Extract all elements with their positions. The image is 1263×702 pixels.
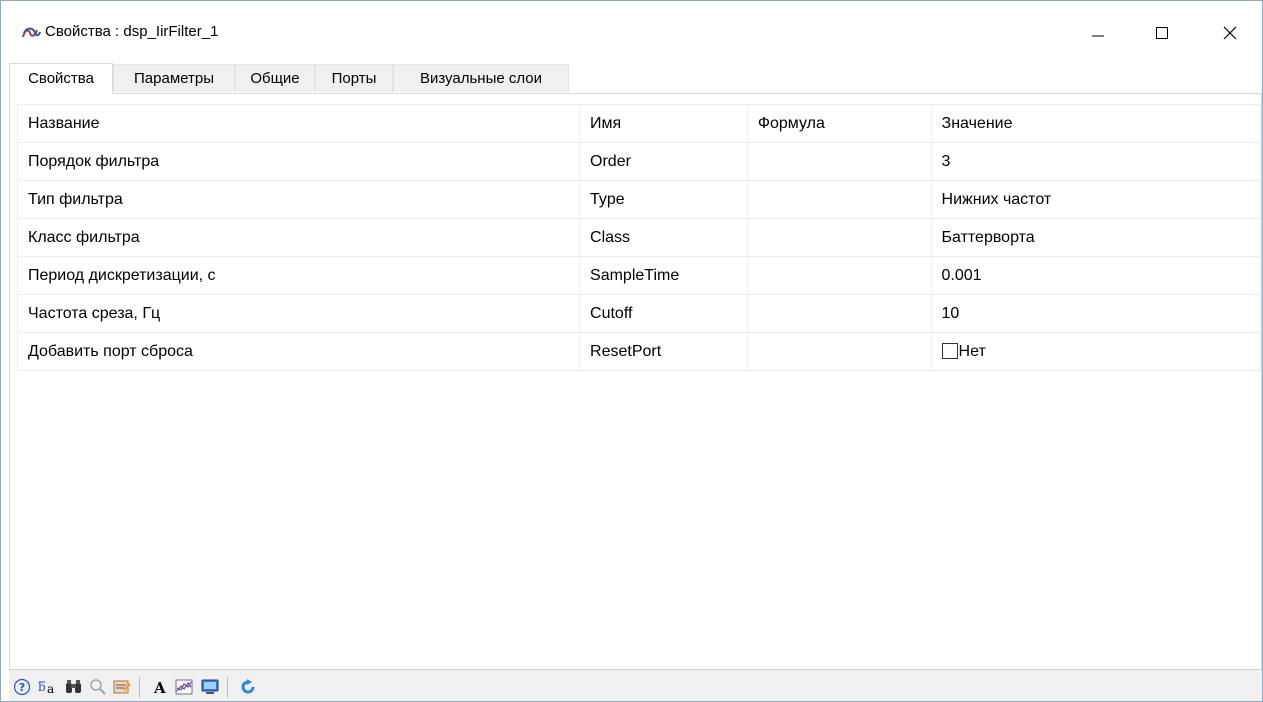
cell-value[interactable]: Нижних частот — [930, 180, 1262, 219]
cell-formula[interactable] — [746, 218, 932, 257]
tab-bar: Свойства Параметры Общие Порты Визуальны… — [9, 63, 1262, 94]
cell-formula[interactable] — [746, 256, 932, 295]
properties-panel: Название Имя Формула Значение Порядок фи… — [9, 94, 1262, 669]
zoom-icon — [90, 679, 106, 695]
chart-button[interactable] — [173, 676, 195, 698]
cell-name: Класс фильтра — [16, 218, 581, 257]
cell-formula[interactable] — [746, 142, 932, 181]
settings-button[interactable] — [111, 676, 133, 698]
table-row[interactable]: Порядок фильтра Order 3 — [16, 142, 1262, 181]
cell-id: Class — [579, 218, 748, 257]
properties-table: Название Имя Формула Значение Порядок фи… — [16, 104, 1262, 371]
toolbar-separator — [139, 677, 140, 697]
tab-general[interactable]: Общие — [235, 64, 315, 92]
close-button[interactable] — [1207, 15, 1253, 51]
table-row[interactable]: Добавить порт сброса ResetPort Нет — [16, 332, 1262, 371]
sort-button[interactable]: b a — [37, 676, 59, 698]
cell-id: SampleTime — [579, 256, 748, 295]
sort-icon: b a — [38, 680, 54, 696]
cell-id: Order — [579, 142, 748, 181]
title-bar[interactable]: Свойства : dsp_IirFilter_1 — [1, 1, 1262, 63]
reset-port-checkbox[interactable] — [941, 342, 958, 359]
settings-icon — [113, 680, 131, 694]
maximize-icon — [1156, 27, 1168, 39]
app-logo-icon — [21, 25, 41, 39]
properties-window: Свойства : dsp_IirFilter_1 Свойства Пара… — [0, 0, 1263, 702]
window-title: Свойства : dsp_IirFilter_1 — [45, 23, 219, 40]
monitor-button[interactable] — [199, 676, 221, 698]
tab-visual-layers[interactable]: Визуальные слои — [393, 64, 569, 92]
header-id: Имя — [579, 104, 748, 143]
bottom-toolbar: ? b a A — [9, 669, 1262, 701]
tab-properties[interactable]: Свойства — [9, 63, 113, 94]
header-value: Значение — [930, 104, 1262, 143]
header-name: Название — [16, 104, 581, 143]
cell-name: Частота среза, Гц — [16, 294, 581, 333]
cell-name: Добавить порт сброса — [16, 332, 581, 371]
font-icon: A — [153, 679, 166, 696]
table-header: Название Имя Формула Значение — [16, 104, 1262, 143]
cell-id: ResetPort — [579, 332, 748, 371]
cell-formula[interactable] — [746, 180, 932, 219]
cell-name: Период дискретизации, с — [16, 256, 581, 295]
binoculars-icon — [66, 680, 81, 693]
cell-value[interactable]: 0.001 — [930, 256, 1262, 295]
help-button[interactable]: ? — [11, 676, 33, 698]
minimize-button[interactable] — [1075, 15, 1121, 51]
tab-ports[interactable]: Порты — [315, 64, 393, 92]
table-row[interactable]: Класс фильтра Class Баттерворта — [16, 218, 1262, 257]
cell-name: Тип фильтра — [16, 180, 581, 219]
help-icon: ? — [13, 678, 31, 696]
cell-id: Cutoff — [579, 294, 748, 333]
table-row[interactable]: Тип фильтра Type Нижних частот — [16, 180, 1262, 219]
cell-name: Порядок фильтра — [16, 142, 581, 181]
toolbar-separator — [227, 677, 228, 697]
table-row[interactable]: Период дискретизации, с SampleTime 0.001 — [16, 256, 1262, 295]
table-row[interactable]: Частота среза, Гц Cutoff 10 — [16, 294, 1262, 333]
minimize-icon — [1092, 35, 1104, 37]
checkbox-label: Нет — [958, 342, 986, 360]
cell-value[interactable]: 10 — [930, 294, 1262, 333]
header-formula: Формула — [746, 104, 932, 143]
zoom-button[interactable] — [87, 676, 109, 698]
svg-text:a: a — [47, 682, 54, 696]
chart-icon — [175, 679, 193, 695]
cell-formula[interactable] — [746, 332, 932, 371]
tab-parameters[interactable]: Параметры — [113, 64, 235, 92]
cell-formula[interactable] — [746, 294, 932, 333]
font-button[interactable]: A — [149, 676, 171, 698]
cell-value[interactable]: Баттерворта — [930, 218, 1262, 257]
svg-text:A: A — [153, 679, 166, 696]
refresh-button[interactable] — [237, 676, 259, 698]
close-icon — [1223, 26, 1237, 40]
find-button[interactable] — [63, 676, 85, 698]
cell-value[interactable]: 3 — [930, 142, 1262, 181]
maximize-button[interactable] — [1139, 15, 1185, 51]
svg-text:?: ? — [19, 681, 25, 694]
cell-id: Type — [579, 180, 748, 219]
refresh-icon — [241, 679, 255, 694]
cell-value-checkbox[interactable]: Нет — [930, 332, 1262, 371]
monitor-icon — [201, 679, 219, 694]
